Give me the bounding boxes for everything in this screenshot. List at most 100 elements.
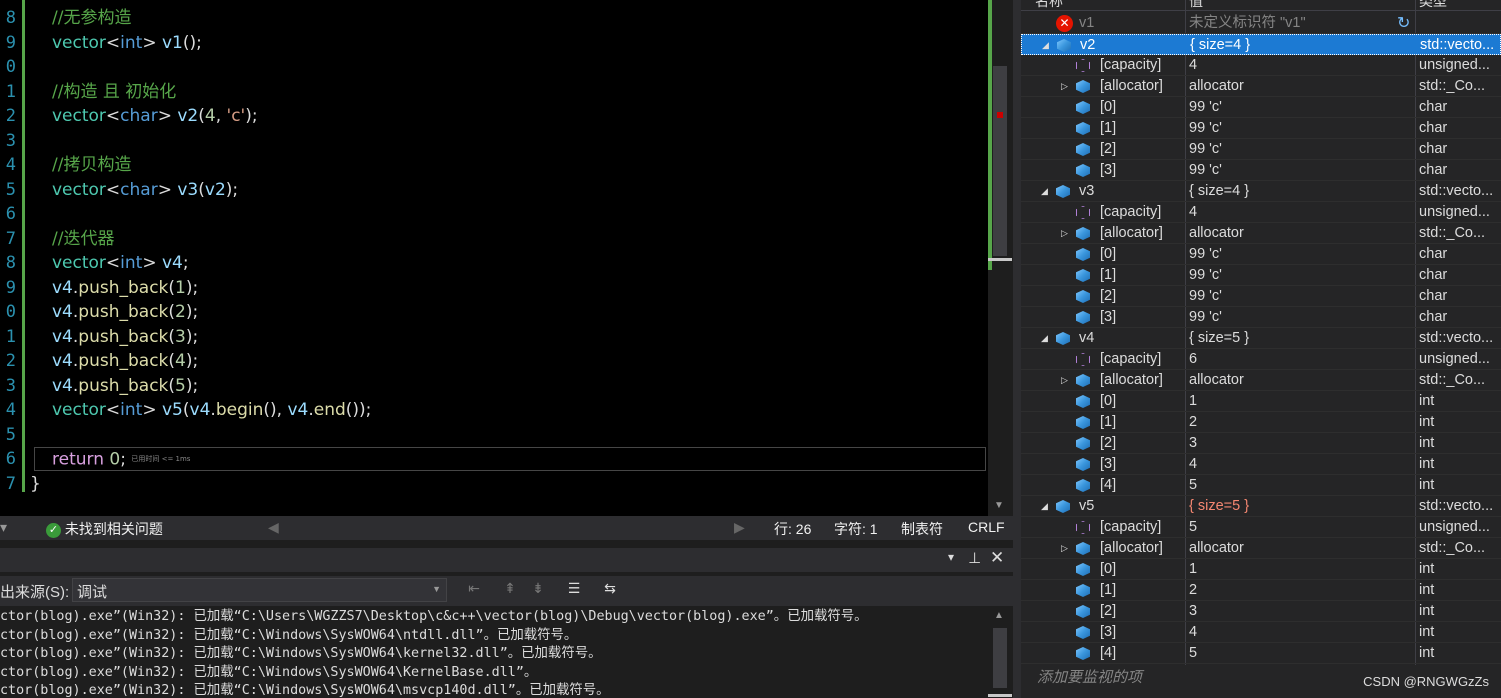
watch-row[interactable]: [0] 99 'c' char xyxy=(1021,244,1501,265)
nav-left-icon[interactable]: ◀ xyxy=(268,519,279,536)
watch-value[interactable]: 5 xyxy=(1189,475,1197,496)
watch-row[interactable]: ▷ [allocator] allocator std::_Co... xyxy=(1021,538,1501,559)
watch-value[interactable]: 5 xyxy=(1189,643,1197,664)
watch-value[interactable]: 99 'c' xyxy=(1189,160,1222,181)
find-previous-icon[interactable]: ⇞ xyxy=(500,580,520,600)
watch-value[interactable]: 3 xyxy=(1189,601,1197,622)
watch-row[interactable]: [2] 99 'c' char xyxy=(1021,286,1501,307)
panel-menu-icon[interactable]: ▾ xyxy=(948,550,954,564)
find-next-icon[interactable]: ⇟ xyxy=(528,580,548,600)
pin-icon[interactable]: ⊥ xyxy=(968,549,981,567)
collapse-icon[interactable]: ◢ xyxy=(1042,35,1052,56)
scrollbar-thumb[interactable] xyxy=(993,66,1007,256)
watch-value[interactable]: 4 xyxy=(1189,454,1197,475)
watch-row[interactable]: ▷ [allocator] allocator std::_Co... xyxy=(1021,370,1501,391)
nav-right-icon[interactable]: ▶ xyxy=(734,519,745,536)
column-header-name[interactable]: 名称 xyxy=(1035,0,1063,11)
watch-value[interactable]: allocator xyxy=(1189,76,1244,97)
close-icon[interactable]: ✕ xyxy=(990,548,1004,568)
watch-row[interactable]: ▷ [allocator] allocator std::_Co... xyxy=(1021,76,1501,97)
eol-indicator[interactable]: CRLF xyxy=(968,519,1005,535)
watch-row[interactable]: ▷ [allocator] allocator std::_Co... xyxy=(1021,223,1501,244)
column-header-type[interactable]: 类型 xyxy=(1419,0,1447,11)
watch-value[interactable]: 99 'c' xyxy=(1189,139,1222,160)
watch-row[interactable]: [2] 3 int xyxy=(1021,601,1501,622)
collapse-icon[interactable]: ◢ xyxy=(1041,181,1051,202)
char-indicator[interactable]: 字符: 1 xyxy=(834,519,878,539)
watch-row[interactable]: [capacity] 4 unsigned... xyxy=(1021,202,1501,223)
output-text-area[interactable]: ctor(blog).exe”(Win32): 已加载“C:\Users\WGZ… xyxy=(0,606,988,698)
word-wrap-icon[interactable]: ⇆ xyxy=(600,580,620,600)
line-indicator[interactable]: 行: 26 xyxy=(774,519,811,539)
output-source-select[interactable]: 调试 ▼ xyxy=(72,578,447,602)
expand-icon[interactable]: ▷ xyxy=(1061,76,1071,97)
expand-icon[interactable]: ▷ xyxy=(1061,538,1071,559)
editor-vertical-scrollbar[interactable]: ▼ xyxy=(988,0,1013,516)
watch-window[interactable]: 名称 值 类型 ✕ v1 未定义标识符 "v1" ↻ ◢ v2 { size=4 } std:… xyxy=(1021,0,1501,698)
watch-value[interactable]: 99 'c' xyxy=(1189,244,1222,265)
goto-previous-icon[interactable]: ⇤ xyxy=(464,580,484,600)
watch-row[interactable]: [3] 99 'c' char xyxy=(1021,160,1501,181)
scroll-down-arrow-icon[interactable]: ▼ xyxy=(994,500,1004,511)
watch-value[interactable]: 3 xyxy=(1189,433,1197,454)
scrollbar-thumb[interactable] xyxy=(993,628,1007,688)
watch-value[interactable]: 未定义标识符 "v1" xyxy=(1189,13,1306,34)
output-vertical-scrollbar[interactable]: ▲ xyxy=(988,606,1013,698)
clear-all-icon[interactable]: ☰ xyxy=(564,580,584,600)
watch-value[interactable]: allocator xyxy=(1189,538,1244,559)
expand-icon[interactable]: ▷ xyxy=(1061,223,1071,244)
expand-icon[interactable]: ▷ xyxy=(1061,370,1071,391)
watch-value[interactable]: 99 'c' xyxy=(1189,307,1222,328)
watch-row[interactable]: [0] 1 int xyxy=(1021,559,1501,580)
elapsed-time-hint[interactable]: 已用时间 <= 1ms xyxy=(131,455,190,463)
watch-row[interactable]: [capacity] 4 unsigned... xyxy=(1021,55,1501,76)
refresh-icon[interactable]: ↻ xyxy=(1397,13,1410,34)
watch-row[interactable]: [3] 4 int xyxy=(1021,454,1501,475)
watch-row[interactable]: [3] 4 int xyxy=(1021,622,1501,643)
watch-row[interactable]: [capacity] 6 unsigned... xyxy=(1021,349,1501,370)
watch-value[interactable]: 99 'c' xyxy=(1189,265,1222,286)
watch-value[interactable]: 99 'c' xyxy=(1189,286,1222,307)
watch-value[interactable]: { size=5 } xyxy=(1189,496,1249,517)
watch-value[interactable]: { size=4 } xyxy=(1189,181,1249,202)
watch-row[interactable]: [2] 99 'c' char xyxy=(1021,139,1501,160)
watch-row[interactable]: [1] 2 int xyxy=(1021,412,1501,433)
watch-value[interactable]: 4 xyxy=(1189,202,1197,223)
watch-row[interactable]: ✕ v1 未定义标识符 "v1" ↻ xyxy=(1021,13,1501,34)
watch-row[interactable]: ◢ v3 { size=4 } std::vecto... xyxy=(1021,181,1501,202)
watch-row[interactable]: ◢ v2 { size=4 } std::vecto... xyxy=(1021,34,1501,55)
column-header-value[interactable]: 值 xyxy=(1189,0,1203,11)
collapse-icon[interactable]: ◢ xyxy=(1041,496,1051,517)
watch-value[interactable]: 5 xyxy=(1189,517,1197,538)
watch-row[interactable]: [2] 3 int xyxy=(1021,433,1501,454)
tabs-indicator[interactable]: 制表符 xyxy=(901,519,943,539)
code-editor[interactable]: 89012345678901234567 //无参构造 vector<int> v… xyxy=(0,0,988,516)
watch-value[interactable]: 4 xyxy=(1189,55,1197,76)
watch-row[interactable]: ◢ v4 { size=5 } std::vecto... xyxy=(1021,328,1501,349)
watch-value[interactable]: { size=5 } xyxy=(1189,328,1249,349)
watch-row[interactable]: [capacity] 5 unsigned... xyxy=(1021,517,1501,538)
watch-value[interactable]: 2 xyxy=(1189,580,1197,601)
collapse-icon[interactable]: ◢ xyxy=(1041,328,1051,349)
watch-value[interactable]: 99 'c' xyxy=(1189,97,1222,118)
watch-row[interactable]: [3] 99 'c' char xyxy=(1021,307,1501,328)
watch-value[interactable]: 1 xyxy=(1189,559,1197,580)
watch-value[interactable]: 6 xyxy=(1189,349,1197,370)
watch-row[interactable]: [0] 1 int xyxy=(1021,391,1501,412)
watch-row[interactable]: [1] 99 'c' char xyxy=(1021,265,1501,286)
watch-value[interactable]: allocator xyxy=(1189,370,1244,391)
watch-value[interactable]: 99 'c' xyxy=(1189,118,1222,139)
issues-indicator[interactable]: ✓ 未找到相关问题 xyxy=(46,519,163,539)
watch-row[interactable]: [1] 99 'c' char xyxy=(1021,118,1501,139)
watch-row[interactable]: [4] 5 int xyxy=(1021,643,1501,664)
panel-splitter[interactable] xyxy=(1013,0,1021,698)
zoom-dropdown-arrow-icon[interactable]: ▾ xyxy=(0,519,7,536)
watch-value[interactable]: allocator xyxy=(1189,223,1244,244)
watch-value[interactable]: { size=4 } xyxy=(1190,35,1250,56)
add-watch-input[interactable]: 添加要监视的项 xyxy=(1037,666,1142,687)
watch-value[interactable]: 1 xyxy=(1189,391,1197,412)
watch-row[interactable]: ◢ v5 { size=5 } std::vecto... xyxy=(1021,496,1501,517)
scroll-up-arrow-icon[interactable]: ▲ xyxy=(994,610,1004,621)
watch-value[interactable]: 4 xyxy=(1189,622,1197,643)
watch-row[interactable]: [0] 99 'c' char xyxy=(1021,97,1501,118)
